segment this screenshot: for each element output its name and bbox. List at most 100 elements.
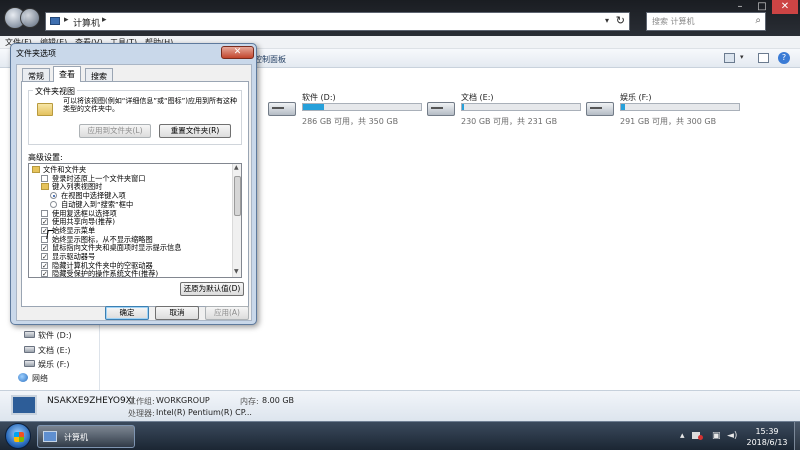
scroll-thumb[interactable] xyxy=(234,176,241,216)
scroll-up-icon[interactable]: ▲ xyxy=(234,164,239,171)
computer-icon xyxy=(43,431,57,442)
search-placeholder: 搜索 计算机 xyxy=(652,17,695,26)
cpu-value: Intel(R) Pentium(R) CP... xyxy=(156,408,252,417)
cpu-label: 处理器: xyxy=(128,409,155,418)
dialog-close-button[interactable]: ✕ xyxy=(221,46,254,59)
nav-item-drive-e[interactable]: 文档 (E:) xyxy=(38,345,71,356)
settings-row[interactable]: ✓ 使用共享向导(推荐) xyxy=(29,217,234,226)
refresh-icon[interactable]: ↻ xyxy=(616,14,625,27)
radio-button[interactable] xyxy=(50,192,57,200)
settings-row-label: 始终显示图标，从不显示缩略图 xyxy=(52,234,153,244)
drive-usage-bar xyxy=(620,103,740,111)
settings-row: 文件和文件夹 xyxy=(29,165,234,174)
taskbar-item-computer[interactable]: 计算机 xyxy=(37,425,135,448)
checkbox[interactable]: ✓ xyxy=(41,261,48,269)
close-button[interactable]: ✕ xyxy=(772,0,798,14)
view-tab-panel: 文件夹视图 可以将该视图(例如“详细信息”或“图标”)应用到所有这种类型的文件夹… xyxy=(21,81,249,307)
memory-value: 8.00 GB xyxy=(262,396,295,405)
ok-button[interactable]: 确定 xyxy=(105,306,149,320)
drive-name: 软件 (D:) xyxy=(302,93,336,102)
volume-icon[interactable]: ◄) xyxy=(727,431,737,441)
nav-item-network[interactable]: 网络 xyxy=(32,373,48,384)
settings-row[interactable]: ✓ 显示驱动器号 xyxy=(29,252,234,261)
preview-pane-icon[interactable] xyxy=(758,53,769,63)
settings-row-label: 显示驱动器号 xyxy=(52,252,96,261)
radio-button[interactable] xyxy=(50,200,57,208)
settings-row-label: 隐藏计算机文件夹中的空驱动器 xyxy=(52,260,153,270)
dialog-body: 常规 查看 搜索 文件夹视图 可以将该视图(例如“详细信息”或“图标”)应用到所… xyxy=(16,64,252,321)
nav-item-drive-f[interactable]: 娱乐 (F:) xyxy=(38,359,69,370)
restore-defaults-button[interactable]: 还原为默认值(D) xyxy=(180,282,244,296)
settings-row[interactable]: 登录时还原上一个文件夹窗口 xyxy=(29,174,234,183)
help-icon[interactable]: ? xyxy=(778,52,790,64)
settings-row[interactable]: 自动键入到“搜索”框中 xyxy=(29,200,234,209)
settings-row[interactable]: 始终显示图标，从不显示缩略图 xyxy=(29,235,234,244)
checkbox[interactable]: ✓ xyxy=(41,253,48,261)
checkbox[interactable]: ✓ xyxy=(41,270,48,277)
apply-to-folders-button[interactable]: 应用到文件夹(L) xyxy=(79,124,151,138)
settings-row-label: 键入列表视图时 xyxy=(52,182,103,192)
breadcrumb-computer[interactable]: 计算机 xyxy=(73,16,100,29)
settings-row[interactable]: ✓ 鼠标指向文件夹和桌面项时显示提示信息 xyxy=(29,243,234,252)
apply-button[interactable]: 应用(A) xyxy=(205,306,249,320)
reset-folders-button[interactable]: 重置文件夹(R) xyxy=(159,124,231,138)
folder-icon xyxy=(41,183,49,191)
checkbox[interactable]: ✓ xyxy=(41,218,48,226)
breadcrumb-arrow-icon[interactable]: ▸ xyxy=(102,15,107,25)
chevron-down-icon[interactable]: ▾ xyxy=(605,16,609,25)
forward-arrow-icon[interactable] xyxy=(20,8,40,28)
settings-row[interactable]: ✓ 隐藏计算机文件夹中的空驱动器 xyxy=(29,261,234,270)
scroll-down-icon[interactable]: ▼ xyxy=(234,268,239,275)
drive-tile-f[interactable]: 娱乐 (F:) 291 GB 可用，共 300 GB xyxy=(586,90,746,130)
settings-row[interactable]: ✓ 隐藏受保护的操作系统文件(推荐) xyxy=(29,269,234,277)
settings-row[interactable]: 在视图中选择键入项 xyxy=(29,191,234,200)
drive-icon xyxy=(24,346,35,353)
drive-free-space: 286 GB 可用，共 350 GB xyxy=(302,117,399,126)
advanced-settings-list[interactable]: ▲ ▼ 文件和文件夹 登录时还原上一个文件夹窗口 键入列表视图时 在视图中选择键入项自… xyxy=(28,163,242,278)
alert-badge-icon xyxy=(698,435,703,440)
show-hidden-icons-icon[interactable]: ▴ xyxy=(680,431,685,441)
search-icon[interactable]: ⌕ xyxy=(755,15,761,26)
windows-logo-icon xyxy=(14,432,24,442)
settings-row-label: 在视图中选择键入项 xyxy=(61,191,126,201)
workgroup-label: 工作组: xyxy=(128,397,155,406)
explorer-titlebar: ▸ 计算机 ▸ ▾ ↻ 搜索 计算机 ⌕ – □ ✕ xyxy=(0,0,800,36)
settings-row-label: 使用复选框以选择项 xyxy=(52,208,117,218)
settings-row-label: 使用共享向导(推荐) xyxy=(52,217,116,227)
dialog-title: 文件夹选项 xyxy=(16,49,56,58)
show-desktop-button[interactable] xyxy=(794,422,800,450)
address-bar[interactable]: ▸ 计算机 ▸ ▾ ↻ xyxy=(45,12,630,31)
change-view-icon[interactable] xyxy=(724,53,735,63)
checkbox[interactable] xyxy=(41,209,48,217)
workgroup-value: WORKGROUP xyxy=(156,396,210,405)
checkbox[interactable] xyxy=(41,174,48,182)
nav-item-drive-d[interactable]: 软件 (D:) xyxy=(38,330,72,341)
start-button[interactable] xyxy=(5,423,31,449)
settings-row[interactable]: 使用复选框以选择项 xyxy=(29,209,234,218)
folder-view-group: 文件夹视图 可以将该视图(例如“详细信息”或“图标”)应用到所有这种类型的文件夹… xyxy=(28,86,242,145)
breadcrumb-arrow-icon[interactable]: ▸ xyxy=(64,15,69,25)
minimize-button[interactable]: – xyxy=(730,0,750,14)
settings-row[interactable]: ✓ 始终显示菜单 xyxy=(29,226,234,235)
system-clock[interactable]: 15:39 2018/6/13 xyxy=(742,426,792,448)
cancel-button[interactable]: 取消 xyxy=(155,306,199,320)
drive-tile-e[interactable]: 文档 (E:) 230 GB 可用，共 231 GB xyxy=(427,90,587,130)
folder-icon xyxy=(37,103,53,116)
network-tray-icon[interactable]: ▣ xyxy=(712,431,721,441)
settings-row-label: 自动键入到“搜索”框中 xyxy=(61,199,134,209)
tab-search[interactable]: 搜索 xyxy=(85,68,113,81)
clock-time: 15:39 xyxy=(755,427,779,436)
tab-view[interactable]: 查看 xyxy=(53,66,81,82)
settings-row-label: 鼠标指向文件夹和桌面项时显示提示信息 xyxy=(52,243,182,253)
search-input[interactable]: 搜索 计算机 ⌕ xyxy=(646,12,766,31)
drive-usage-fill xyxy=(621,104,625,110)
open-control-panel-button[interactable]: 控制面板 xyxy=(254,54,286,65)
checkbox[interactable]: ✓ xyxy=(41,244,48,252)
maximize-button[interactable]: □ xyxy=(752,0,772,14)
drive-icon xyxy=(24,331,35,338)
settings-row-label: 文件和文件夹 xyxy=(43,165,87,174)
drive-tile-d[interactable]: 软件 (D:) 286 GB 可用，共 350 GB xyxy=(268,90,428,130)
computer-name: NSAKXE9ZHEYO9XI xyxy=(47,396,135,406)
tab-general[interactable]: 常规 xyxy=(22,68,50,81)
chevron-down-icon[interactable]: ▾ xyxy=(740,53,744,61)
